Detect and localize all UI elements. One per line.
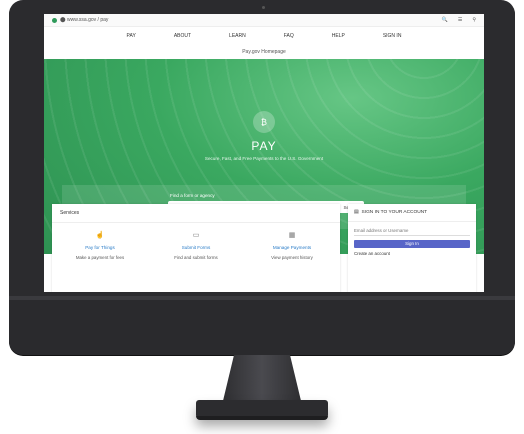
search-label: Find a form or agency	[170, 193, 215, 198]
nav-help[interactable]: HELP	[332, 33, 345, 39]
account-icon: ▤	[354, 210, 359, 215]
hero-tagline: Secure, Fast, and Free Payments to the U…	[204, 156, 324, 161]
services-card: Services ☝ Pay for Things Make a payment…	[52, 204, 340, 292]
service-item[interactable]: ☝ Pay for Things Make a payment for fees	[60, 231, 140, 260]
pay-logo-icon: ₿	[253, 111, 275, 133]
nav-about[interactable]: ABOUT	[174, 33, 191, 39]
user-icon[interactable]: ⚲	[472, 17, 476, 23]
subnav-link[interactable]: Pay.gov Homepage	[242, 49, 286, 55]
calendar-icon: ▦	[288, 232, 296, 239]
site-id[interactable]: ⬤ www.ssa.gov / pay	[52, 17, 108, 23]
search-icon[interactable]: 🔍	[442, 17, 448, 23]
doc-icon: ▭	[192, 232, 200, 239]
main-nav: PAY ABOUT LEARN FAQ HELP SIGN IN	[44, 27, 484, 45]
service-desc: View payment history	[271, 255, 313, 260]
monitor-base-edge	[196, 416, 328, 420]
nav-sign-in[interactable]: SIGN IN	[383, 33, 402, 39]
nav-learn[interactable]: LEARN	[229, 33, 246, 39]
nav-faq[interactable]: FAQ	[284, 33, 294, 39]
service-title[interactable]: Submit Forms	[156, 245, 236, 250]
service-desc: Make a payment for fees	[75, 255, 125, 260]
monitor-neck	[222, 355, 302, 405]
services-list: ☝ Pay for Things Make a payment for fees…	[52, 231, 340, 260]
services-heading: Services	[52, 204, 340, 223]
service-item[interactable]: ▦ Manage Payments View payment history	[252, 231, 332, 260]
top-actions: 🔍 ☰ ⚲	[442, 17, 476, 23]
service-title[interactable]: Manage Payments	[252, 245, 332, 250]
sub-nav: Pay.gov Homepage	[44, 45, 484, 60]
signin-heading: ▤ SIGN IN TO YOUR ACCOUNT	[348, 204, 476, 222]
service-title[interactable]: Pay for Things	[60, 245, 140, 250]
monitor-chin	[9, 300, 515, 355]
create-account-link[interactable]: Create an account	[354, 251, 470, 256]
top-bar: ⬤ www.ssa.gov / pay 🔍 ☰ ⚲	[44, 14, 484, 27]
menu-icon[interactable]: ☰	[458, 17, 462, 23]
camera-dot	[262, 6, 265, 9]
service-item[interactable]: ▭ Submit Forms Find and submit forms	[156, 231, 236, 260]
hero-title: PAY	[251, 139, 277, 153]
monitor-frame: ⬤ www.ssa.gov / pay 🔍 ☰ ⚲ PAY ABOUT LEAR…	[9, 0, 515, 355]
signin-heading-text: SIGN IN TO YOUR ACCOUNT	[361, 210, 428, 215]
username-field[interactable]: Email address or Username	[354, 228, 470, 236]
hand-icon: ☝	[95, 232, 105, 239]
signin-panel: ▤ SIGN IN TO YOUR ACCOUNT Email address …	[348, 204, 476, 292]
screen: ⬤ www.ssa.gov / pay 🔍 ☰ ⚲ PAY ABOUT LEAR…	[44, 14, 484, 292]
site-icon	[52, 17, 57, 23]
service-desc: Find and submit forms	[174, 255, 218, 260]
nav-pay[interactable]: PAY	[127, 33, 136, 39]
sign-in-button[interactable]: Sign In	[354, 240, 470, 248]
site-url: ⬤ www.ssa.gov / pay	[60, 17, 109, 23]
